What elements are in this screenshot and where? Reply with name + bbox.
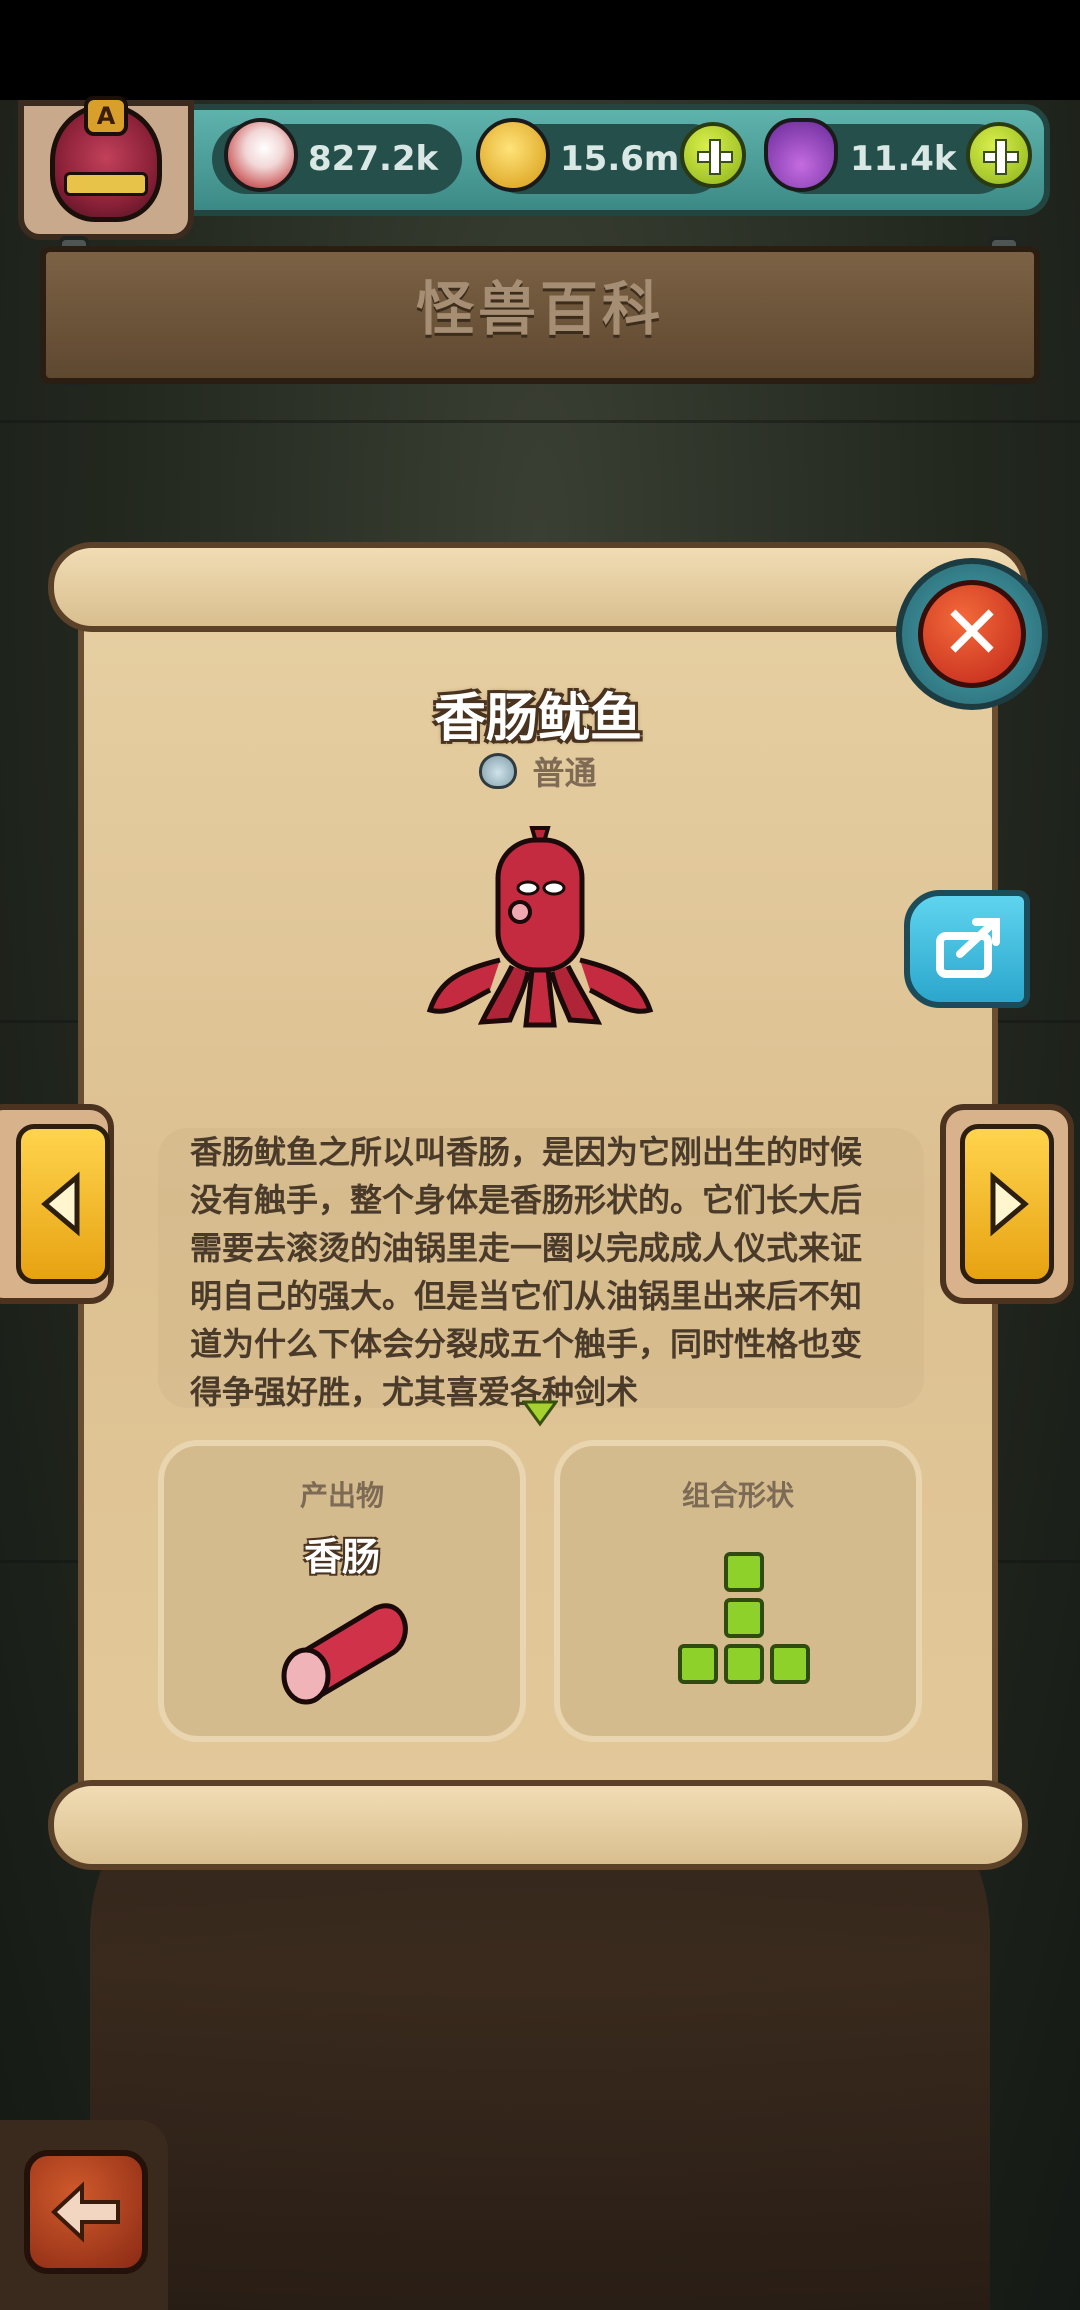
add-potions-button[interactable] xyxy=(966,122,1032,188)
product-card-title: 产出物 xyxy=(299,1479,384,1512)
sausage-icon xyxy=(281,1603,408,1705)
combo-shape xyxy=(678,1552,810,1684)
potion-count: 11.4k xyxy=(850,139,957,179)
scroll-bottom-roll xyxy=(48,1780,1028,1870)
rarity-label: 普通 xyxy=(532,754,597,792)
shape-block xyxy=(724,1598,764,1638)
shape-block xyxy=(678,1644,718,1684)
shape-block xyxy=(724,1644,764,1684)
back-arrow-icon xyxy=(51,2181,120,2243)
product-card: 产出物 香肠 xyxy=(158,1440,526,1742)
status-bar xyxy=(0,0,1080,100)
monster-name: 香肠鱿鱼 xyxy=(433,689,642,749)
chevron-left-icon xyxy=(41,1171,80,1237)
potion-icon xyxy=(764,118,838,192)
avatar-teeth xyxy=(64,172,148,196)
shape-block xyxy=(770,1644,810,1684)
horned-mask-icon xyxy=(479,753,518,789)
resource-bar: 827.2k 15.6m 11.4k xyxy=(150,104,1050,216)
close-icon: ✕ xyxy=(940,590,1003,676)
page-title: 怪兽百科 xyxy=(415,275,664,343)
coin-count: 15.6m xyxy=(560,139,680,179)
product-name: 香肠 xyxy=(303,1535,380,1579)
coin-icon xyxy=(476,118,550,192)
next-monster-button[interactable] xyxy=(940,1104,1074,1304)
shape-card-title: 组合形状 xyxy=(681,1479,794,1512)
monster-description: 香肠鱿鱼之所以叫香肠，是因为它刚出生的时候没有触手，整个身体是香肠形状的。它们长… xyxy=(190,1133,863,1410)
sausage-squid-illustration xyxy=(426,826,654,1028)
shape-card: 组合形状 xyxy=(554,1440,922,1742)
previous-monster-button[interactable] xyxy=(0,1104,114,1304)
back-button[interactable] xyxy=(24,2150,148,2274)
close-button[interactable]: ✕ xyxy=(918,580,1026,688)
eyeball-icon xyxy=(224,118,298,192)
scroll-top-roll xyxy=(48,542,1028,632)
add-coins-button[interactable] xyxy=(680,122,746,188)
eyeball-count: 827.2k xyxy=(308,139,439,179)
rarity-row: 普通 xyxy=(78,748,998,798)
description-scroll[interactable]: 香肠鱿鱼之所以叫香肠，是因为它刚出生的时候没有触手，整个身体是香肠形状的。它们长… xyxy=(190,1128,890,1410)
share-button[interactable] xyxy=(904,890,1030,1008)
rank-badge: A xyxy=(84,96,128,136)
share-icon xyxy=(936,918,1000,978)
wall-seam xyxy=(0,420,1080,423)
chevron-down-icon[interactable] xyxy=(522,1398,558,1428)
chevron-right-icon xyxy=(990,1171,1029,1237)
shape-block xyxy=(724,1552,764,1592)
